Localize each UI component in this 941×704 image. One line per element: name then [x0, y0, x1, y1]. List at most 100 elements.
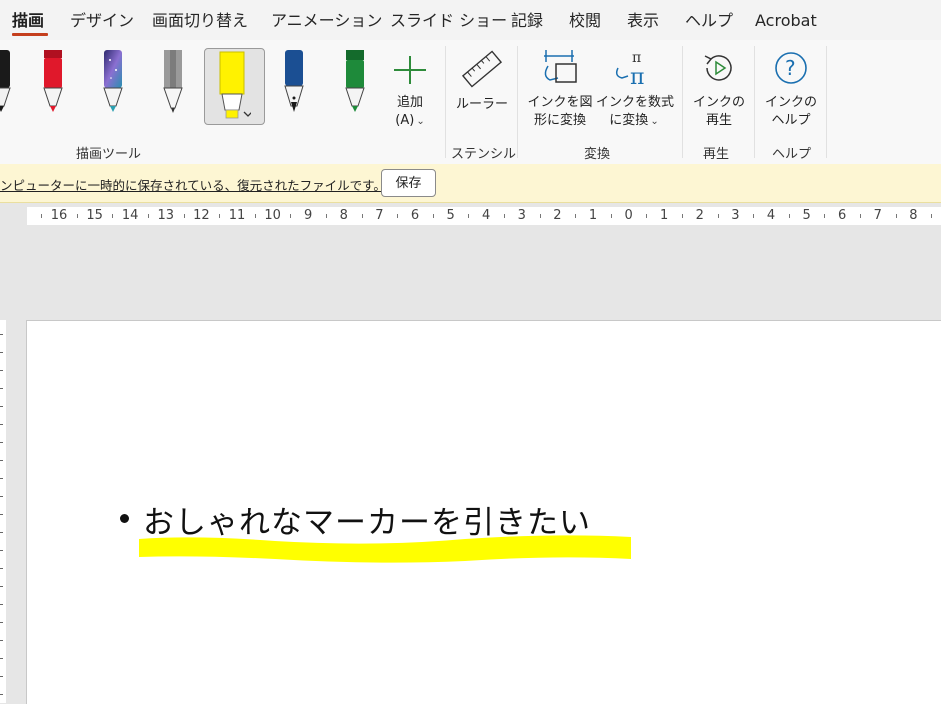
ruler-tick — [0, 388, 3, 389]
galaxy-pen-icon[interactable] — [98, 50, 128, 116]
ink-to-math-label-1: インクを数式 — [596, 95, 675, 110]
tab-view[interactable]: 表示 — [627, 10, 659, 32]
replay-group-label: 再生 — [703, 147, 730, 162]
ruler-tick — [148, 214, 149, 218]
ruler-tick — [824, 214, 826, 218]
convert-group-label: 変換 — [584, 147, 611, 162]
ruler-tick — [646, 214, 648, 218]
vertical-ruler[interactable] — [0, 320, 6, 703]
blue-fountain-pen-icon[interactable] — [279, 50, 309, 116]
ruler-number: 4 — [482, 208, 491, 223]
ink-to-math-icon: π π — [615, 50, 644, 90]
tab-slideshow[interactable]: スライド ショー — [390, 10, 507, 32]
ruler-number: 13 — [157, 208, 175, 223]
ruler-tick — [468, 214, 470, 218]
ink-to-math-label-2: に変換 — [609, 113, 649, 128]
ruler-tick — [0, 442, 3, 443]
pencil-icon[interactable] — [158, 50, 188, 116]
ruler-tick — [0, 424, 3, 425]
ink-help-button[interactable]: ? インクの ヘルプ — [762, 48, 820, 130]
ruler-tick — [0, 622, 3, 623]
recovered-file-infobar: ンピューターに一時的に保存されている、復元されたファイルです。 保存 — [0, 164, 941, 203]
group-divider — [682, 46, 683, 158]
ruler-tick — [432, 214, 434, 218]
ruler-tick — [504, 214, 505, 218]
infobar-message: ンピューターに一時的に保存されている、復元されたファイルです。 — [0, 178, 386, 193]
ruler-number: 7 — [375, 208, 384, 223]
ruler-tick — [76, 214, 78, 218]
ruler-tick — [0, 694, 3, 695]
ruler-tick — [0, 550, 3, 551]
ruler-tick — [753, 214, 755, 218]
tab-transitions[interactable]: 画面切り替え — [152, 10, 248, 32]
ruler-tick — [219, 214, 221, 218]
ruler-tick — [0, 640, 3, 641]
ruler-tick — [0, 676, 3, 677]
ink-to-shape-button[interactable]: インクを図 形に変換 — [526, 48, 594, 130]
ruler-tick — [0, 568, 3, 569]
ruler-number: 10 — [264, 208, 281, 223]
ink-help-label-2: ヘルプ — [771, 113, 811, 128]
ruler-tick — [0, 604, 3, 605]
active-tab-indicator — [12, 33, 48, 36]
group-divider — [445, 46, 446, 158]
ruler-number: 3 — [517, 208, 526, 223]
add-pen-button[interactable]: 追加 (A) ⌄ — [386, 52, 434, 131]
ruler-number: 12 — [193, 208, 210, 223]
group-divider — [517, 46, 518, 158]
ruler-number: 1 — [660, 208, 669, 223]
save-button[interactable]: 保存 — [381, 169, 436, 197]
ruler-number: 15 — [86, 208, 103, 223]
green-pen-icon[interactable] — [340, 50, 370, 116]
slide-bullet-text[interactable]: おしゃれなマーカーを引きたい — [143, 497, 591, 542]
ink-to-math-button[interactable]: π π インクを数式 に変換 ⌄ — [596, 48, 675, 131]
ruler-tick — [682, 214, 683, 218]
ruler-number: 8 — [909, 208, 918, 223]
help-group-label: ヘルプ — [772, 147, 812, 162]
ruler-tick — [0, 406, 3, 407]
ruler-tick — [0, 460, 3, 461]
draw-tools-group-label: 描画ツール — [76, 147, 142, 162]
ruler-number: 14 — [121, 208, 139, 223]
ruler-tick — [575, 214, 577, 218]
ruler-tick — [290, 214, 292, 218]
svg-text:?: ? — [785, 56, 796, 80]
ruler-tick — [0, 370, 3, 371]
ruler-tick — [788, 214, 790, 218]
ruler-tick — [41, 214, 43, 218]
yellow-highlighter-icon[interactable] — [217, 50, 251, 119]
tab-design[interactable]: デザイン — [70, 10, 134, 32]
tab-help[interactable]: ヘルプ — [685, 10, 733, 32]
ruler-number: 7 — [873, 208, 882, 223]
ruler-number: 0 — [624, 208, 633, 223]
horizontal-ruler[interactable]: 16 15 14 13 12 11 10 9 8 7 6 5 4 3 2 1 0 1 2 3 4 5 6 7 8 — [27, 207, 941, 225]
tab-animations[interactable]: アニメーション — [271, 10, 382, 32]
ruler-number: 11 — [228, 208, 246, 223]
add-pen-shortcut: (A) — [395, 113, 415, 128]
ink-replay-button[interactable]: インクの 再生 — [690, 48, 748, 130]
tab-record[interactable]: 記録 — [511, 10, 543, 32]
group-divider — [826, 46, 827, 158]
ruler-number: 2 — [695, 208, 704, 223]
ruler-number: 5 — [802, 208, 811, 223]
ruler-number: 4 — [766, 208, 776, 223]
tab-draw[interactable]: 描画 — [12, 10, 44, 32]
ruler-tick — [717, 214, 719, 218]
black-pen-icon[interactable] — [0, 50, 16, 116]
ruler-tick — [361, 214, 363, 218]
ruler-number: 6 — [838, 208, 847, 223]
ruler-tick — [610, 214, 612, 218]
tab-review[interactable]: 校閲 — [569, 10, 601, 32]
red-pen-icon[interactable] — [38, 50, 68, 116]
help-icon: ? — [775, 52, 807, 84]
ink-to-shape-icon — [544, 50, 577, 83]
chevron-down-icon: ⌄ — [650, 116, 659, 127]
ink-to-shape-label-1: インクを図 — [527, 95, 593, 110]
ruler-button[interactable]: ルーラー — [452, 48, 512, 114]
ruler-tick — [0, 514, 3, 515]
ruler-number: 16 — [50, 208, 68, 223]
ruler-number: 9 — [304, 208, 313, 223]
tab-acrobat[interactable]: Acrobat — [755, 10, 817, 32]
slide-canvas[interactable]: おしゃれなマーカーを引きたい — [26, 320, 941, 704]
ruler-tick — [860, 214, 861, 218]
